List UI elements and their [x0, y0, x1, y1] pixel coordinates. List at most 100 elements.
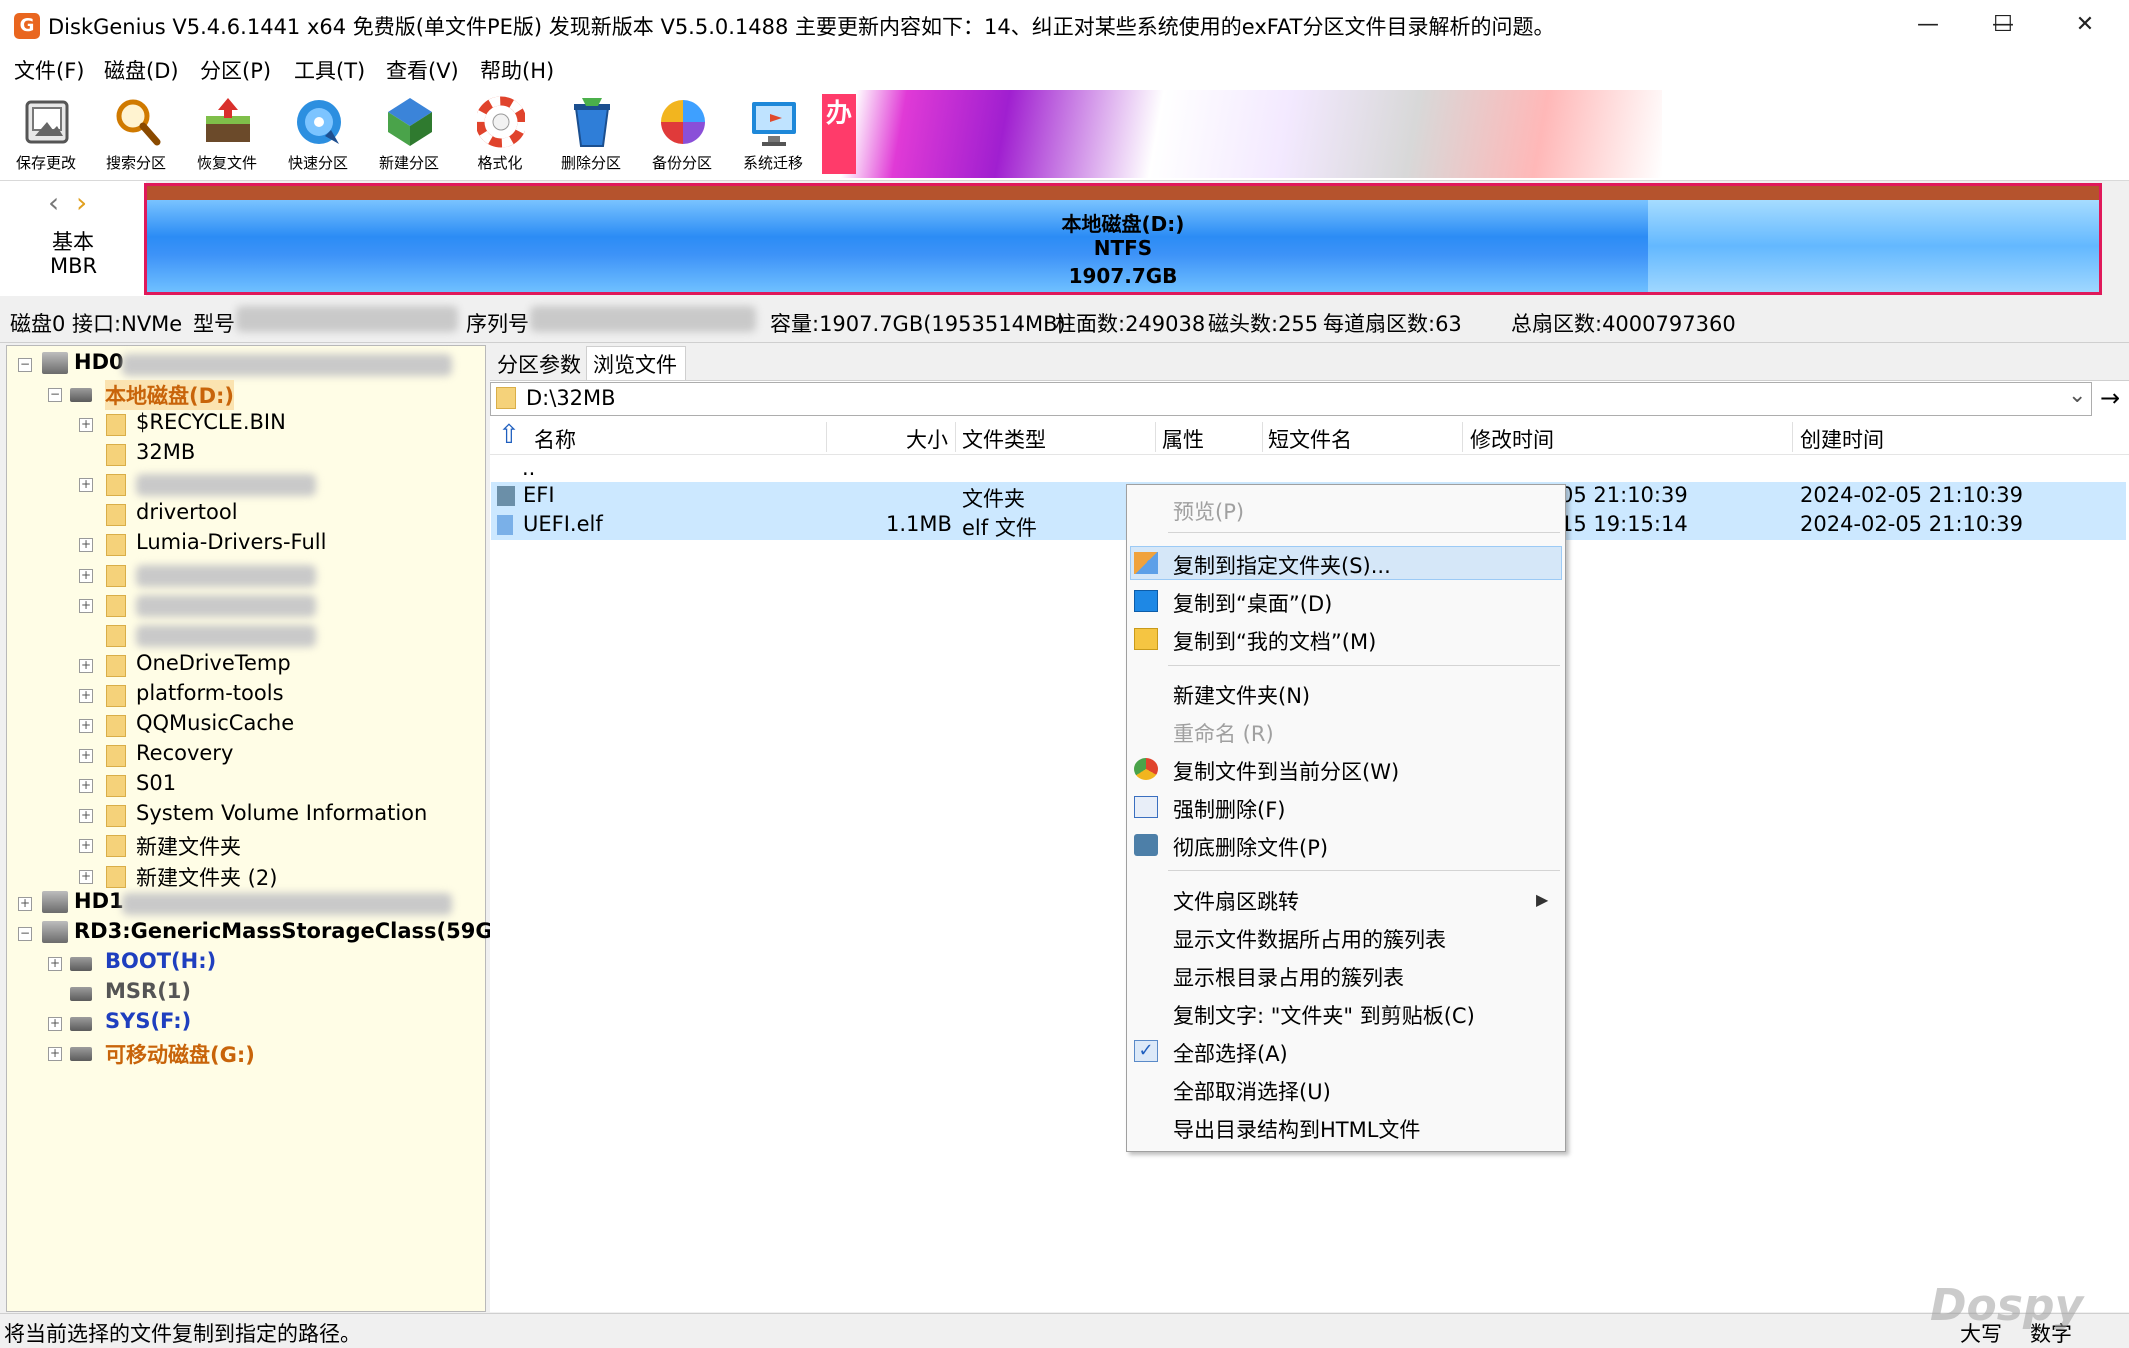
ctx-select-all[interactable]: 全部选择(A) — [1173, 1038, 1288, 1068]
tree-expander[interactable]: + — [79, 538, 93, 552]
tree-item-hd0[interactable]: HD0 — [74, 350, 124, 380]
tab-browse-files[interactable]: 浏览文件 — [593, 349, 677, 379]
tree-item-hd1[interactable]: HD1 — [74, 889, 124, 919]
up-folder-icon[interactable]: ⇧ — [498, 420, 520, 450]
col-type[interactable]: 文件类型 — [962, 424, 1046, 454]
tree-expander[interactable]: + — [79, 809, 93, 823]
col-name[interactable]: 名称 — [534, 424, 576, 454]
col-modified[interactable]: 修改时间 — [1470, 424, 1554, 454]
tree-folder-item[interactable]: Recovery — [136, 741, 233, 771]
minimize-button-real[interactable]: — — [1888, 0, 1968, 50]
tree-expander[interactable]: + — [79, 839, 93, 853]
toolbar-format-button[interactable]: 格式化 — [457, 92, 543, 176]
menu-partition[interactable]: 分区(P) — [200, 55, 271, 85]
toolbar-save-button[interactable]: 保存更改 — [3, 92, 89, 176]
close-button[interactable]: ✕ — [2045, 0, 2125, 50]
tree-folder-redacted[interactable] — [136, 595, 316, 617]
tree-item-msr[interactable]: MSR(1) — [105, 979, 191, 1009]
ctx-copy-to-partition[interactable]: 复制文件到当前分区(W) — [1173, 756, 1399, 786]
nav-left-arrow[interactable]: ‹ — [48, 186, 59, 219]
tree-item-local-d[interactable]: 本地磁盘(D:) — [105, 380, 235, 410]
tree-expander[interactable]: + — [79, 689, 93, 703]
tree-expander[interactable]: − — [48, 388, 62, 402]
maximize-button[interactable]: ☐ — [1963, 0, 2043, 50]
desktop-icon — [1134, 590, 1158, 612]
tree-item-sys[interactable]: SYS(F:) — [105, 1009, 191, 1039]
tab-partition-params[interactable]: 分区参数 — [497, 349, 581, 379]
tree-expander[interactable]: − — [18, 927, 32, 941]
ctx-show-root-clusters[interactable]: 显示根目录占用的簇列表 — [1173, 962, 1404, 992]
col-created[interactable]: 创建时间 — [1800, 424, 1884, 454]
col-attr[interactable]: 属性 — [1162, 424, 1204, 454]
tree-folder-redacted[interactable] — [136, 625, 316, 647]
ctx-copy-text[interactable]: 复制文字: "文件夹" 到剪贴板(C) — [1173, 1000, 1475, 1030]
tree-expander[interactable]: + — [79, 719, 93, 733]
menu-tools[interactable]: 工具(T) — [294, 55, 365, 85]
tree-expander[interactable]: + — [79, 659, 93, 673]
tree-expander[interactable]: − — [18, 358, 32, 372]
ctx-sector-jump[interactable]: 文件扇区跳转 — [1173, 886, 1299, 916]
tree-folder-item[interactable]: drivertool — [136, 500, 238, 530]
tree-folder-redacted[interactable] — [136, 565, 316, 587]
menu-file[interactable]: 文件(F) — [14, 55, 84, 85]
path-go-button[interactable]: → — [2096, 382, 2124, 416]
tree-folder-item[interactable]: $RECYCLE.BIN — [136, 410, 286, 440]
nav-right-arrow[interactable]: › — [76, 186, 87, 219]
tree-expander[interactable]: + — [48, 957, 62, 971]
file-row-parent[interactable]: .. — [522, 456, 535, 480]
tree-folder-item[interactable]: platform-tools — [136, 681, 284, 711]
toolbar-quick-partition-button[interactable]: 快速分区 — [275, 92, 361, 176]
tree-expander[interactable]: + — [79, 569, 93, 583]
ctx-deselect-all[interactable]: 全部取消选择(U) — [1173, 1076, 1331, 1106]
menu-view[interactable]: 查看(V) — [386, 55, 459, 85]
ctx-export-html[interactable]: 导出目录结构到HTML文件 — [1173, 1114, 1420, 1144]
ctx-copy-to-desktop[interactable]: 复制到“桌面”(D) — [1173, 588, 1332, 618]
file-modified: 05 21:10:39 — [1560, 483, 1688, 507]
tree-expander[interactable]: + — [48, 1047, 62, 1061]
tree-expander[interactable]: + — [79, 749, 93, 763]
menu-disk[interactable]: 磁盘(D) — [104, 55, 179, 85]
tree-expander[interactable]: + — [79, 599, 93, 613]
tree-folder-redacted[interactable] — [136, 474, 316, 496]
toolbar-delete-partition-button[interactable]: 删除分区 — [548, 92, 634, 176]
tree-folder-item[interactable]: Lumia-Drivers-Full — [136, 530, 326, 560]
toolbar-recover-button[interactable]: 恢复文件 — [184, 92, 270, 176]
path-input[interactable] — [490, 382, 2092, 416]
tree-item-removable[interactable]: 可移动磁盘(G:) — [105, 1039, 255, 1069]
tree-expander[interactable]: + — [48, 1017, 62, 1031]
toolbar-migrate-button[interactable]: 系统迁移 — [730, 92, 816, 176]
tree-expander[interactable]: + — [79, 870, 93, 884]
tree-expander[interactable]: + — [79, 779, 93, 793]
tree-item-rd3[interactable]: RD3:GenericMassStorageClass(59GB) — [74, 919, 518, 949]
tree-folder-item[interactable]: S01 — [136, 771, 176, 801]
path-dropdown-arrow[interactable]: ⌄ — [2068, 383, 2086, 408]
ctx-wipe-delete[interactable]: 彻底删除文件(P) — [1173, 832, 1328, 862]
tree-item-boot[interactable]: BOOT(H:) — [105, 949, 216, 979]
col-size[interactable]: 大小 — [906, 424, 948, 454]
ad-banner[interactable] — [822, 90, 1662, 178]
tree-expander[interactable]: + — [79, 478, 93, 492]
tree-folder-item[interactable]: 新建文件夹 — [136, 831, 241, 861]
toolbar-new-partition-button[interactable]: 新建分区 — [366, 92, 452, 176]
tree-expander[interactable]: + — [79, 418, 93, 432]
toolbar-label: 格式化 — [477, 154, 523, 172]
ctx-show-clusters[interactable]: 显示文件数据所占用的簇列表 — [1173, 924, 1446, 954]
ctx-rename[interactable]: 重命名 (R) — [1173, 718, 1274, 748]
toolbar-label: 搜索分区 — [105, 154, 166, 172]
toolbar-backup-button[interactable]: 备份分区 — [639, 92, 725, 176]
menu-help[interactable]: 帮助(H) — [480, 55, 554, 85]
ctx-preview[interactable]: 预览(P) — [1173, 496, 1244, 526]
tree-folder-item[interactable]: 32MB — [136, 440, 195, 470]
tree-expander[interactable]: + — [18, 897, 32, 911]
tree-folder-item[interactable]: OneDriveTemp — [136, 651, 291, 681]
tree-folder-item[interactable]: System Volume Information — [136, 801, 427, 831]
ctx-force-delete[interactable]: 强制删除(F) — [1173, 794, 1285, 824]
col-short-name[interactable]: 短文件名 — [1268, 424, 1352, 454]
submenu-arrow-icon: ▶ — [1536, 890, 1549, 909]
tree-folder-item[interactable]: 新建文件夹 (2) — [136, 862, 277, 892]
toolbar-search-button[interactable]: 搜索分区 — [93, 92, 179, 176]
ctx-copy-to-docs[interactable]: 复制到“我的文档”(M) — [1173, 626, 1376, 656]
ctx-new-folder[interactable]: 新建文件夹(N) — [1173, 680, 1310, 710]
ctx-copy-to-folder[interactable]: 复制到指定文件夹(S)... — [1173, 550, 1391, 580]
tree-folder-item[interactable]: QQMusicCache — [136, 711, 294, 741]
